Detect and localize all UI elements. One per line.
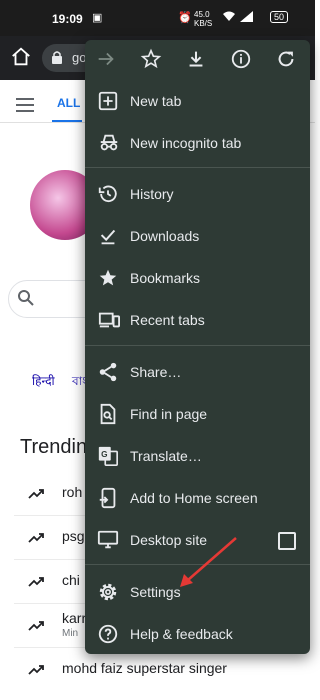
annotation-arrow <box>180 537 237 587</box>
